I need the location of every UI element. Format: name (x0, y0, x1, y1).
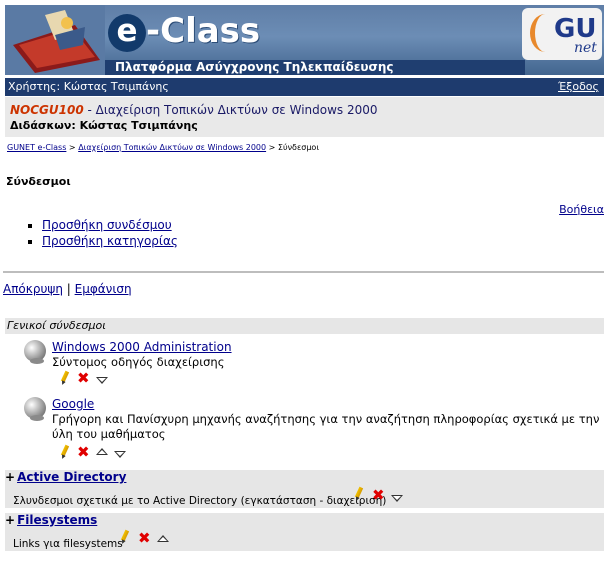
show-all-link[interactable]: Εμφάνιση (75, 282, 132, 296)
gunet-logo-net: net (574, 40, 597, 56)
link-title[interactable]: Google (52, 397, 94, 411)
category-link[interactable]: Filesystems (17, 513, 97, 527)
category-title: + Active Directory (5, 470, 126, 484)
category-tools: ✖ (120, 530, 180, 546)
category-description: Links για filesystems (13, 538, 123, 550)
user-bar: Χρήστης: Κώστας Τσιμπάνης Έξοδος (5, 78, 604, 96)
delete-x-icon[interactable]: ✖ (77, 371, 90, 386)
course-code: NOCGU100 (10, 103, 84, 117)
eclass-logo-e: e (108, 14, 146, 52)
divider (3, 271, 604, 273)
banner-artwork (5, 5, 105, 75)
pencil-icon[interactable] (60, 371, 70, 385)
delete-x-icon[interactable]: ✖ (372, 488, 385, 503)
link-entry-windows: Windows 2000 Administration Σύντομος οδη… (24, 340, 602, 390)
breadcrumb-course-link[interactable]: Διαχείριση Τοπικών Δικτύων σε Windows 20… (78, 143, 266, 152)
current-user: Χρήστης: Κώστας Τσιμπάνης (8, 80, 169, 93)
course-header: NOCGU100 - Διαχείριση Τοπικών Δικτύων σε… (5, 97, 604, 137)
link-actions-list: Προσθήκη συνδέσμου Προσθήκη κατηγορίας (26, 217, 178, 249)
link-title[interactable]: Windows 2000 Administration (52, 340, 232, 354)
link-tools: ✖ (60, 371, 120, 386)
link-tools: ✖ (60, 445, 140, 460)
gunet-logo: GU net (522, 8, 602, 60)
link-entry-google: Google Γρήγορη και Πανίσχυρη μηχανής ανα… (24, 397, 602, 461)
breadcrumb-current: Σύνδεσμοι (277, 143, 320, 152)
platform-subtitle: Πλατφόρμα Ασύγχρονης Τηλεκπαίδευσης (105, 60, 525, 75)
link-description: Γρήγορη και Πανίσχυρη μηχανής αναζήτησης… (52, 412, 600, 441)
move-down-icon[interactable] (114, 451, 126, 458)
breadcrumb: GUNET e-Class > Διαχείριση Τοπικών Δικτύ… (7, 143, 319, 152)
breadcrumb-separator: > (66, 143, 79, 152)
category-title: + Filesystems (5, 513, 97, 527)
category-description: Σλυνδεσμοι σχετικά με το Active Director… (13, 495, 387, 507)
logout-link[interactable]: Έξοδος (558, 78, 599, 96)
hide-all-link[interactable]: Απόκρυψη (3, 282, 63, 296)
category-filesystems: + Filesystems Links για filesystems ✖ (5, 513, 604, 551)
link-description: Σύντομος οδηγός διαχείρισης (52, 355, 225, 369)
category-active-directory: + Active Directory Σλυνδεσμοι σχετικά με … (5, 470, 604, 508)
pencil-icon[interactable] (60, 445, 70, 459)
page-title: Σύνδεσμοι (6, 175, 71, 188)
help-link[interactable]: Βοήθεια (559, 203, 604, 216)
move-up-icon[interactable] (157, 535, 169, 542)
globe-icon (24, 340, 46, 364)
course-title-line: NOCGU100 - Διαχείριση Τοπικών Δικτύων σε… (10, 103, 599, 117)
site-banner: e -Class Πλατφόρμα Ασύγχρονης Τηλεκπαίδε… (5, 5, 604, 75)
general-links-header: Γενικοί σύνδεσμοι (5, 318, 604, 334)
move-down-icon[interactable] (96, 377, 108, 384)
eclass-logo-text: -Class (146, 11, 261, 51)
course-instructor: Διδάσκων: Κώστας Τσιμπάνης (10, 119, 198, 132)
delete-x-icon[interactable]: ✖ (138, 531, 151, 546)
list-item: Προσθήκη κατηγορίας (26, 233, 178, 249)
category-link[interactable]: Active Directory (17, 470, 126, 484)
breadcrumb-home-link[interactable]: GUNET e-Class (7, 143, 66, 152)
breadcrumb-separator: > (266, 143, 278, 152)
delete-x-icon[interactable]: ✖ (77, 445, 90, 460)
category-tools: ✖ (354, 487, 414, 503)
pencil-icon[interactable] (120, 530, 130, 544)
visibility-toggle: Απόκρυψη | Εμφάνιση (3, 282, 132, 296)
add-category-button[interactable]: Προσθήκη κατηγορίας (42, 234, 178, 248)
toggle-separator: | (62, 282, 75, 296)
expand-icon[interactable]: + (5, 470, 15, 484)
course-title: - Διαχείριση Τοπικών Δικτύων σε Windows … (83, 103, 378, 117)
move-down-icon[interactable] (391, 495, 403, 502)
add-link-button[interactable]: Προσθήκη συνδέσμου (42, 218, 172, 232)
pencil-icon[interactable] (354, 487, 364, 501)
list-item: Προσθήκη συνδέσμου (26, 217, 178, 233)
globe-icon (24, 397, 46, 421)
expand-icon[interactable]: + (5, 513, 15, 527)
move-up-icon[interactable] (96, 448, 108, 455)
